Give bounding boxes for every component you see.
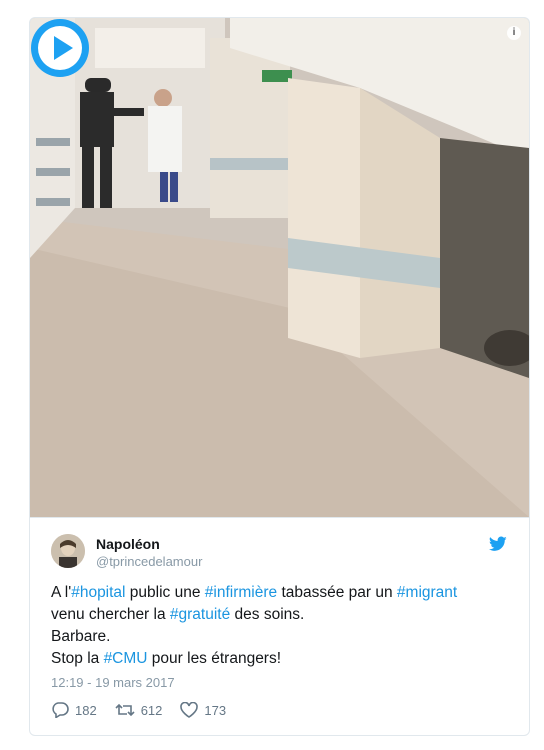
text-fragment: venu chercher la bbox=[51, 606, 170, 623]
tweet-embed-card: i Napoléon @tprincedelamour A l'#hopital… bbox=[29, 17, 530, 736]
reply-button[interactable]: 182 bbox=[51, 702, 97, 718]
play-icon[interactable] bbox=[30, 18, 90, 78]
like-count: 173 bbox=[204, 702, 227, 718]
text-fragment: tabassée par un bbox=[277, 584, 397, 601]
hashtag-link[interactable]: #CMU bbox=[104, 650, 148, 667]
hashtag-link[interactable]: #infirmière bbox=[205, 584, 277, 601]
twitter-bird-icon[interactable] bbox=[489, 536, 507, 552]
text-fragment: des soins. bbox=[230, 606, 305, 623]
retweet-button[interactable]: 612 bbox=[115, 702, 163, 718]
tweet-actions: 182 612 173 bbox=[51, 702, 244, 718]
info-icon[interactable]: i bbox=[507, 26, 521, 40]
tweet-timestamp[interactable]: 12:19 - 19 mars 2017 bbox=[51, 675, 175, 690]
text-fragment: A l' bbox=[51, 584, 72, 601]
text-fragment: Stop la bbox=[51, 650, 104, 667]
author-name[interactable]: Napoléon bbox=[96, 536, 160, 552]
hashtag-link[interactable]: #gratuité bbox=[170, 606, 230, 623]
retweet-icon bbox=[115, 703, 135, 717]
retweet-count: 612 bbox=[140, 702, 163, 718]
avatar[interactable] bbox=[51, 534, 85, 568]
tweet-body: Napoléon @tprincedelamour A l'#hopital p… bbox=[30, 517, 529, 735]
like-button[interactable]: 173 bbox=[180, 702, 226, 718]
tweet-text: A l'#hopital public une #infirmière taba… bbox=[51, 582, 511, 670]
author-handle[interactable]: @tprincedelamour bbox=[96, 554, 202, 569]
reply-icon bbox=[52, 702, 69, 718]
reply-count: 182 bbox=[75, 702, 97, 718]
text-fragment: pour les étrangers! bbox=[147, 650, 282, 667]
hashtag-link[interactable]: #migrant bbox=[397, 584, 457, 601]
text-fragment: public une bbox=[125, 584, 205, 601]
video-frame-illustration bbox=[30, 18, 529, 517]
text-line: Barbare. bbox=[51, 628, 111, 645]
hashtag-link[interactable]: #hopital bbox=[71, 584, 125, 601]
heart-icon bbox=[180, 702, 199, 718]
video-thumbnail[interactable]: i bbox=[30, 18, 529, 517]
